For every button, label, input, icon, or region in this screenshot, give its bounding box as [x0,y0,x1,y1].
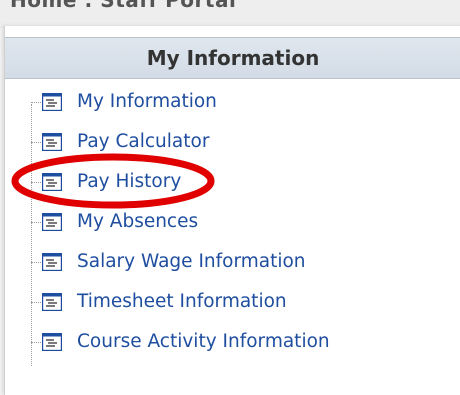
panel-title: My Information [146,46,320,70]
document-icon [42,213,62,231]
tree-connector [31,102,41,103]
breadcrumb: Home : Staff Portal [10,0,237,12]
document-icon [42,173,62,191]
menu-item-label[interactable]: Timesheet Information [77,287,287,317]
menu-item-salary-wage-information[interactable]: Salary Wage Information [31,247,451,277]
menu-item-my-absences[interactable]: My Absences [31,207,451,237]
tree-connector [31,342,41,343]
menu-item-label[interactable]: Pay History [77,167,181,197]
document-icon [42,133,62,151]
menu-item-timesheet-information[interactable]: Timesheet Information [31,287,451,317]
menu-item-label[interactable]: My Absences [77,207,198,237]
menu-item-label[interactable]: Pay Calculator [77,127,209,157]
document-icon [42,253,62,271]
breadcrumb-strip: Home : Staff Portal [0,0,460,28]
tree-connector [31,262,41,263]
document-icon [42,93,62,111]
menu-item-my-information[interactable]: My Information [31,87,451,117]
menu-item-pay-calculator[interactable]: Pay Calculator [31,127,451,157]
tree-connector [31,302,41,303]
document-icon [42,333,62,351]
tree-connector [31,222,41,223]
tree-connector [31,182,41,183]
page-frame: Home : Staff Portal My Information My In… [0,0,460,395]
my-information-panel: My Information My Information Pay Calcul… [4,26,460,395]
menu-item-course-activity-information[interactable]: Course Activity Information [31,327,451,357]
menu-item-label[interactable]: Course Activity Information [77,327,330,357]
panel-header: My Information [5,37,460,79]
menu-item-label[interactable]: My Information [77,87,217,117]
tree-connector [31,142,41,143]
menu-item-label[interactable]: Salary Wage Information [77,247,306,277]
menu-item-pay-history[interactable]: Pay History [31,167,451,197]
document-icon [42,293,62,311]
